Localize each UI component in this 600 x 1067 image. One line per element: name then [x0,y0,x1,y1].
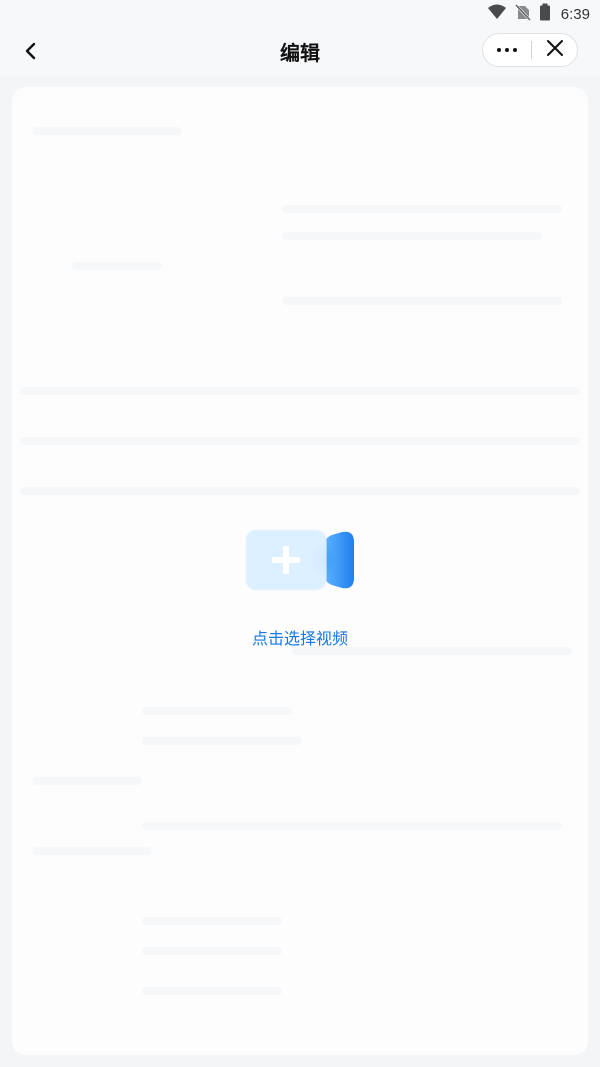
placeholder-line [142,737,302,745]
placeholder-line [142,987,282,995]
placeholder-line [20,387,580,395]
placeholder-line [72,262,162,270]
select-video-label: 点击选择视频 [251,629,348,648]
editor-panel: 点击选择视频 [12,87,588,1055]
close-icon [546,39,564,61]
placeholder-line [142,822,562,830]
placeholder-line [282,232,542,240]
no-sim-icon [514,3,531,25]
placeholder-line [142,917,282,925]
close-button[interactable] [532,34,577,66]
placeholder-line [32,847,152,855]
status-time: 6:39 [560,5,590,23]
placeholder-line [32,777,142,785]
placeholder-line [142,947,282,955]
more-button[interactable] [483,34,531,66]
nav-bar: 编辑 [0,28,600,76]
placeholder-line [32,127,182,135]
placeholder-line [20,437,580,445]
placeholder-line [142,707,292,715]
status-icons: 6:39 [487,3,590,25]
status-bar: 6:39 [0,0,600,28]
select-video-button[interactable]: 点击选择视频 [212,525,388,655]
battery-icon [539,3,551,25]
add-video-icon [244,528,356,592]
wifi-icon [487,3,507,25]
placeholder-line [282,205,562,213]
placeholder-line [20,487,580,495]
placeholder-line [282,297,562,305]
more-dots-icon [495,47,519,53]
menu-capsule [482,33,578,67]
